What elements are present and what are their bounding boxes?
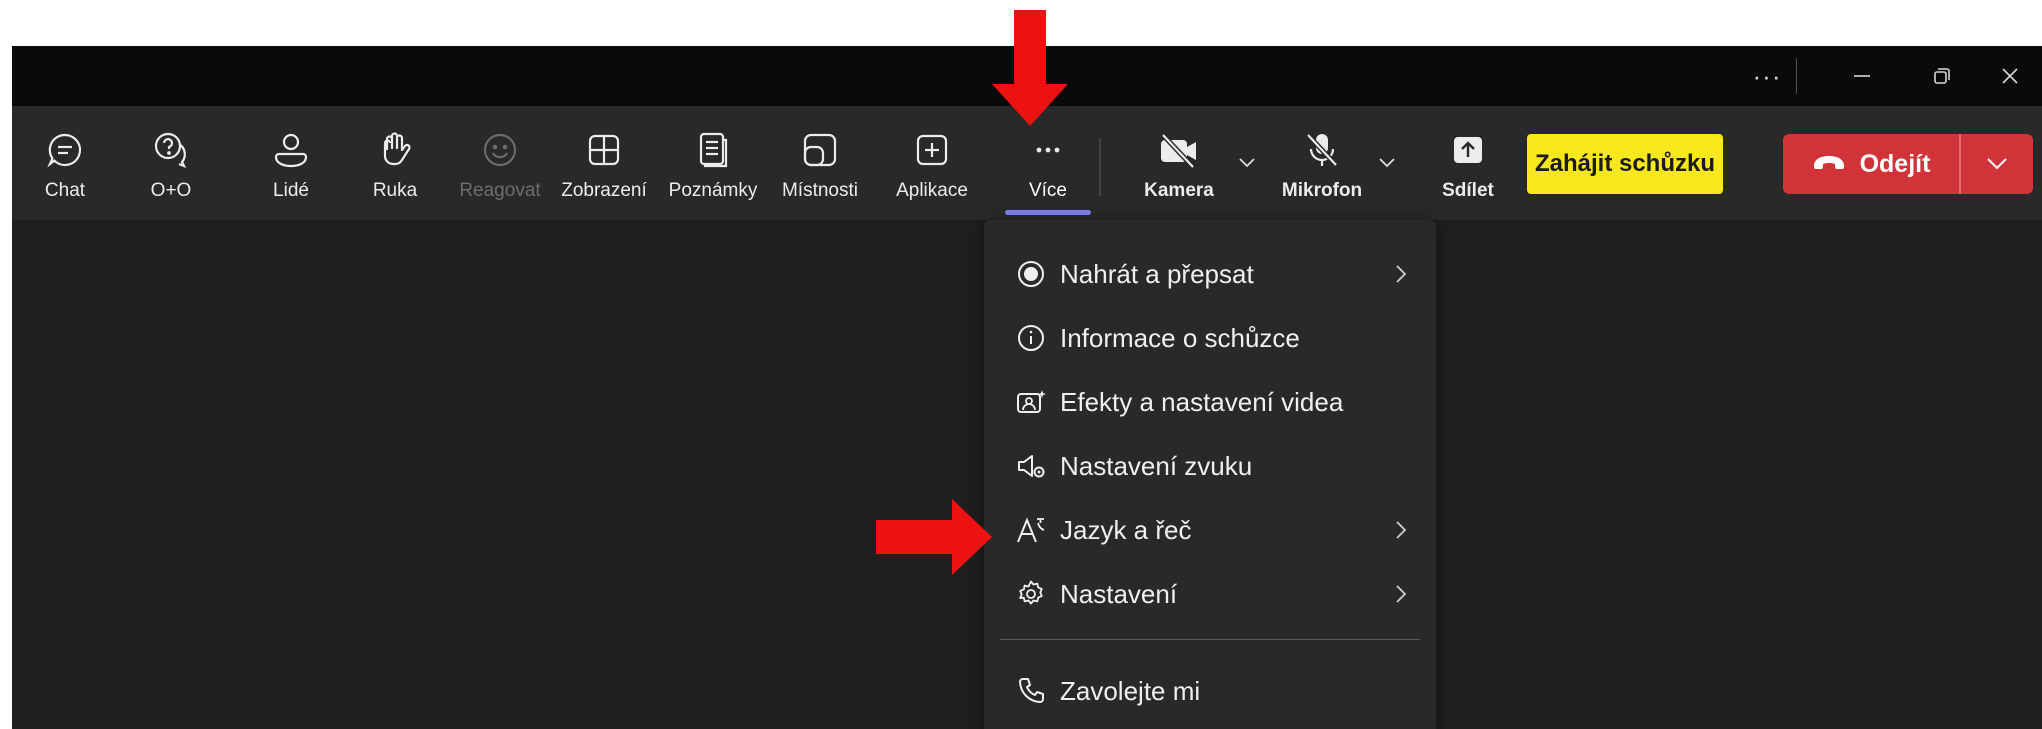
more-horizontal-icon [1028,128,1068,172]
notes-icon [693,128,733,172]
microphone-label: Mikrofon [1281,180,1363,201]
hand-icon [375,128,415,172]
menu-item-label: Nastavení zvuku [1060,450,1253,481]
annotation-arrow-right [876,499,992,575]
qa-label: O+O [150,180,192,201]
rooms-label: Místnosti [781,180,859,201]
camera-label: Kamera [1144,180,1214,201]
share-label: Sdílet [1442,180,1494,201]
view-button[interactable]: Zobrazení [552,106,656,220]
menu-item-meeting-info[interactable]: Informace o schůzce [984,309,1436,367]
menu-item-settings[interactable]: Nastavení [984,565,1436,623]
start-meeting-button[interactable]: Zahájit schůzku [1527,134,1723,194]
toolbar-divider [1099,138,1101,196]
leave-options-chevron-icon[interactable] [1961,134,2033,194]
menu-item-record-transcribe[interactable]: Nahrát a přepsat [984,245,1436,303]
menu-item-video-effects[interactable]: Efekty a nastavení videa [984,373,1436,431]
speaker-settings-icon [1014,449,1048,483]
leave-button[interactable]: Odejít [1783,134,1959,194]
leave-label: Odejít [1859,149,1931,178]
menu-item-label: Jazyk a řeč [1060,514,1192,545]
menu-item-call-me[interactable]: Zavolejte mi [984,662,1436,720]
more-horizontal-icon[interactable]: ··· [1737,46,1797,106]
camera-options-chevron-icon[interactable] [1238,156,1256,174]
microphone-off-icon [1302,128,1342,172]
share-button[interactable]: Sdílet [1428,106,1508,220]
active-tab-indicator [1005,210,1091,215]
phone-icon [1014,674,1048,708]
raise-hand-label: Ruka [372,180,418,201]
notes-button[interactable]: Poznámky [663,106,763,220]
microphone-button[interactable]: Mikrofon [1264,106,1380,220]
menu-item-audio-settings[interactable]: Nastavení zvuku [984,437,1436,495]
add-app-icon [912,128,952,172]
rooms-button[interactable]: Místnosti [770,106,870,220]
camera-button[interactable]: Kamera [1127,106,1231,220]
people-icon [271,128,311,172]
share-screen-icon [1448,128,1488,172]
view-label: Zobrazení [561,180,647,201]
qa-button[interactable]: O+O [136,106,206,220]
minimize-icon[interactable] [1827,46,1897,106]
record-icon [1014,257,1048,291]
titlebar-divider [1796,58,1797,94]
menu-item-label: Zavolejte mi [1060,675,1201,706]
chevron-right-icon [1394,519,1408,546]
react-label: Reagovat [459,180,541,201]
menu-divider [1000,639,1420,640]
chevron-right-icon [1394,583,1408,610]
apps-label: Aplikace [896,180,968,201]
video-effects-icon [1014,385,1048,419]
apps-button[interactable]: Aplikace [882,106,982,220]
info-icon [1014,321,1048,355]
more-label: Více [1028,180,1068,201]
raise-hand-button[interactable]: Ruka [360,106,430,220]
restore-icon[interactable] [1907,46,1977,106]
annotation-arrow-down [992,10,1068,126]
menu-item-label: Nahrát a přepsat [1060,258,1254,289]
language-icon [1014,513,1048,547]
gear-icon [1014,577,1048,611]
leave-button-group: Odejít [1783,134,2033,194]
microphone-options-chevron-icon[interactable] [1378,156,1396,174]
chat-button[interactable]: Chat [30,106,100,220]
grid-view-icon [584,128,624,172]
hang-up-icon [1812,150,1846,179]
camera-off-icon [1157,128,1201,172]
breakout-rooms-icon [800,128,840,172]
chevron-right-icon [1394,263,1408,290]
chat-icon [45,128,85,172]
emoji-icon [480,128,520,172]
people-button[interactable]: Lidé [256,106,326,220]
question-answer-icon [151,128,191,172]
close-icon[interactable] [1977,46,2042,106]
more-actions-menu: Nahrát a přepsat Informace o schůzce Efe… [984,220,1436,729]
menu-item-label: Nastavení [1060,578,1178,609]
react-button[interactable]: Reagovat [448,106,552,220]
menu-item-label: Efekty a nastavení videa [1060,386,1344,417]
menu-item-label: Informace o schůzce [1060,322,1300,353]
chat-label: Chat [44,180,86,201]
teams-meeting-window: ··· Chat O+O Lidé Ruka Reagovat Zobrazen… [12,46,2042,729]
notes-label: Poznámky [668,180,758,201]
menu-item-language-speech[interactable]: Jazyk a řeč [984,501,1436,559]
people-label: Lidé [273,180,309,201]
